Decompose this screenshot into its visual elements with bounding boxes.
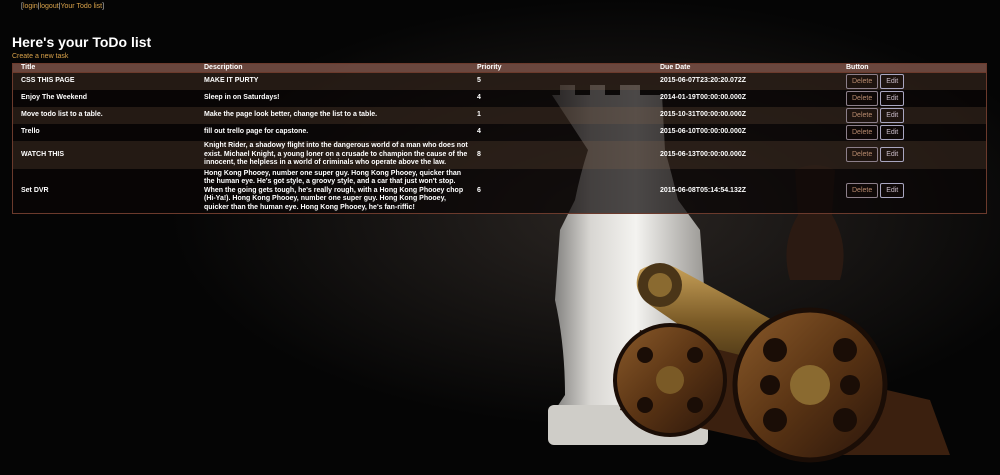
task-title: Set DVR — [12, 168, 196, 214]
task-description: Make the page look better, change the li… — [196, 107, 469, 124]
task-actions: Delete Edit — [838, 107, 987, 124]
task-title: Enjoy The Weekend — [12, 90, 196, 107]
table-row: CSS THIS PAGE MAKE IT PURTY 5 2015-06-07… — [12, 72, 987, 90]
task-title: Move todo list to a table. — [12, 107, 196, 124]
page-title: Here's your ToDo list — [12, 34, 152, 50]
header-button: Button — [838, 63, 987, 73]
delete-button[interactable]: Delete — [846, 108, 879, 123]
task-priority: 5 — [469, 72, 652, 90]
task-actions: Delete Edit — [838, 72, 987, 90]
task-description: Sleep in on Saturdays! — [196, 90, 469, 107]
task-due-date: 2015-06-08T05:14:54.132Z — [652, 168, 838, 214]
delete-button[interactable]: Delete — [846, 125, 879, 140]
task-description: fill out trello page for capstone. — [196, 124, 469, 141]
edit-button[interactable]: Edit — [880, 91, 905, 106]
logout-link[interactable]: logout — [40, 3, 59, 10]
nav-close-bracket: ] — [102, 3, 105, 10]
task-actions: Delete Edit — [838, 168, 987, 214]
task-due-date: 2015-10-31T00:00:00.000Z — [652, 107, 838, 124]
table-row: Trello fill out trello page for capstone… — [12, 124, 987, 141]
login-link[interactable]: login — [23, 3, 38, 10]
task-actions: Delete Edit — [838, 141, 987, 169]
edit-button[interactable]: Edit — [880, 125, 905, 140]
todo-table: Title Description Priority Due Date Butt… — [12, 63, 987, 214]
table-row: Move todo list to a table. Make the page… — [12, 107, 987, 124]
edit-button[interactable]: Edit — [880, 183, 905, 199]
task-priority: 1 — [469, 107, 652, 124]
task-priority: 6 — [469, 168, 652, 214]
top-nav: [login|logout|Your Todo list] — [21, 3, 104, 10]
header-due-date: Due Date — [652, 63, 838, 73]
delete-button[interactable]: Delete — [846, 183, 879, 199]
delete-button[interactable]: Delete — [846, 147, 879, 163]
task-description: MAKE IT PURTY — [196, 72, 469, 90]
task-priority: 4 — [469, 90, 652, 107]
task-actions: Delete Edit — [838, 124, 987, 141]
delete-button[interactable]: Delete — [846, 74, 879, 89]
task-description: Hong Kong Phooey, number one super guy. … — [196, 168, 469, 214]
delete-button[interactable]: Delete — [846, 91, 879, 106]
header-description: Description — [196, 63, 469, 73]
task-actions: Delete Edit — [838, 90, 987, 107]
task-due-date: 2014-01-19T00:00:00.000Z — [652, 90, 838, 107]
task-description: Knight Rider, a shadowy flight into the … — [196, 141, 469, 169]
task-due-date: 2015-06-13T00:00:00.000Z — [652, 141, 838, 169]
table-row: Set DVR Hong Kong Phooey, number one sup… — [12, 168, 987, 214]
table-row: WATCH THIS Knight Rider, a shadowy fligh… — [12, 141, 987, 169]
task-priority: 4 — [469, 124, 652, 141]
edit-button[interactable]: Edit — [880, 108, 905, 123]
task-title: Trello — [12, 124, 196, 141]
table-row: Enjoy The Weekend Sleep in on Saturdays!… — [12, 90, 987, 107]
task-title: WATCH THIS — [12, 141, 196, 169]
create-task-link[interactable]: Create a new task — [12, 53, 68, 60]
edit-button[interactable]: Edit — [880, 147, 905, 163]
header-priority: Priority — [469, 63, 652, 73]
task-title: CSS THIS PAGE — [12, 72, 196, 90]
todo-list-link[interactable]: Your Todo list — [60, 3, 102, 10]
task-due-date: 2015-06-10T00:00:00.000Z — [652, 124, 838, 141]
task-due-date: 2015-06-07T23:20:20.072Z — [652, 72, 838, 90]
header-title: Title — [12, 63, 196, 73]
table-header-row: Title Description Priority Due Date Butt… — [12, 63, 987, 73]
edit-button[interactable]: Edit — [880, 74, 905, 89]
task-priority: 8 — [469, 141, 652, 169]
